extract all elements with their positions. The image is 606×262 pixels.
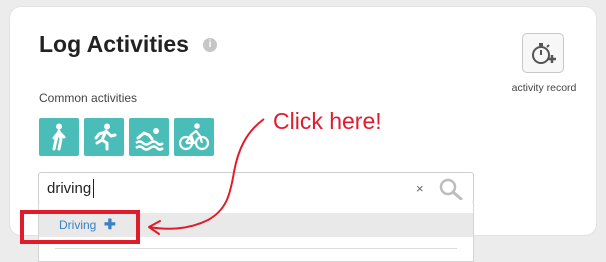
stopwatch-plus-icon [532,43,556,64]
activity-search-box [38,172,474,204]
cycling-activity-button[interactable] [174,118,214,156]
activity-search-input[interactable] [47,178,407,198]
clear-search-icon[interactable]: × [416,181,424,196]
activity-record-button[interactable] [522,33,564,73]
walking-icon [52,123,66,151]
walking-activity-button[interactable] [39,118,79,156]
search-icon[interactable] [439,178,463,200]
highlight-box [20,210,140,244]
common-activities-label: Common activities [39,91,138,105]
text-cursor [93,179,94,198]
cycling-icon [178,123,210,151]
swimming-icon [135,128,164,151]
page-title: Log Activities [39,31,189,57]
info-icon[interactable]: i [203,38,217,52]
annotation-callout: Click here! [273,108,382,134]
running-icon [94,123,117,151]
activity-record-label: activity record [511,82,577,94]
running-activity-button[interactable] [84,118,124,156]
swimming-activity-button[interactable] [129,118,169,156]
divider [55,248,457,249]
